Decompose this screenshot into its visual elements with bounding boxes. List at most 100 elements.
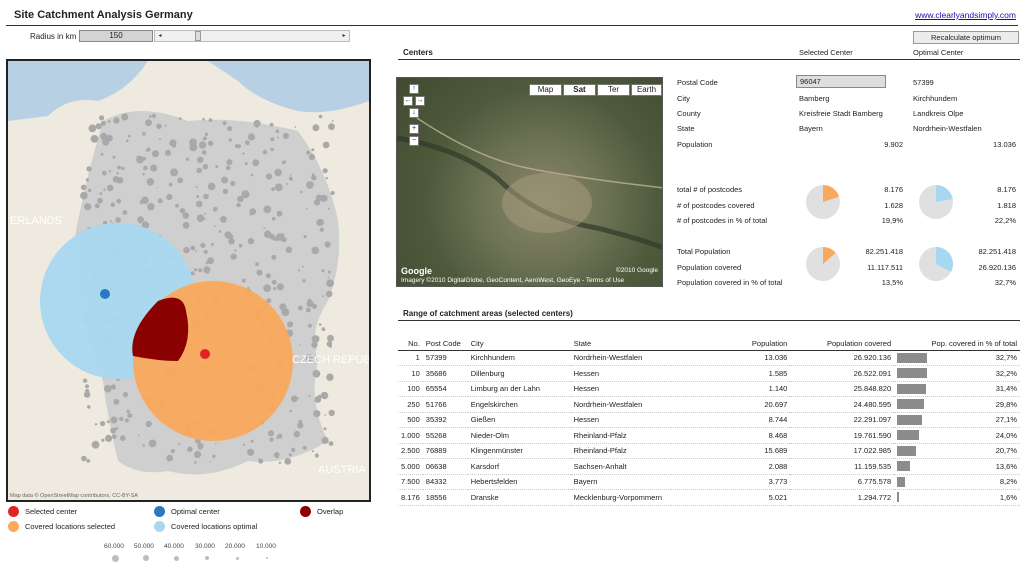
selected-population-covered: 11.117.511 [867, 263, 903, 272]
maptype-sat-button[interactable]: Sat [563, 84, 596, 96]
location-dot [113, 117, 120, 124]
row-city: Engelskirchen [467, 396, 571, 413]
location-dot [94, 203, 100, 209]
location-dot [242, 152, 245, 155]
location-dot [327, 276, 330, 279]
pan-down-icon[interactable]: ↓ [409, 108, 419, 118]
location-dot [314, 396, 322, 403]
location-dot [159, 138, 161, 141]
row-pct-covered: 32,2% [894, 365, 1020, 382]
location-dot [148, 439, 157, 448]
location-dot [91, 440, 100, 449]
col-no: No. [398, 338, 423, 351]
maptype-earth-button[interactable]: Earth [631, 84, 662, 96]
zoom-in-icon[interactable]: + [409, 124, 419, 134]
optimal-city: Kirchhundem [913, 94, 958, 103]
location-dot [139, 200, 144, 205]
maptype-ter-button[interactable]: Ter [597, 84, 630, 96]
website-link[interactable]: www.clearlyandsimply.com [915, 10, 1016, 20]
maptype-map-button[interactable]: Map [529, 84, 562, 96]
row-pct-covered: 20,7% [894, 443, 1020, 459]
location-dot [328, 409, 335, 417]
location-dot [224, 216, 227, 220]
table-row: 100 65554 Limburg an der Lahn Hessen 1.140 25… [398, 381, 1020, 397]
legend-selected-center: Selected center [8, 506, 77, 517]
location-dot [145, 119, 152, 127]
location-dot [194, 250, 197, 253]
location-dot [267, 430, 275, 437]
location-dot [113, 398, 120, 405]
total-population-label: Total Population [677, 247, 731, 256]
location-dot [120, 435, 126, 441]
location-dot [297, 305, 303, 311]
selected-postcodes-covered: 1.628 [884, 201, 903, 210]
optimal-center-marker[interactable] [100, 289, 110, 299]
row-pct-covered: 8,2% [894, 474, 1020, 490]
location-dot [293, 431, 300, 438]
map-canvas: ERLANDS CZECH REPUB AUSTRIA Map data © O… [8, 61, 369, 500]
recalculate-optimum-button[interactable]: Recalculate optimum [913, 31, 1019, 44]
optimal-postcodes-pct: 22,2% [994, 216, 1016, 225]
location-dot [170, 449, 175, 454]
location-dot [290, 395, 298, 403]
location-dot [80, 184, 87, 191]
location-dot [325, 290, 333, 298]
location-dot [175, 203, 179, 208]
location-dot [97, 197, 103, 204]
row-no: 500 [398, 412, 423, 428]
location-dot [109, 220, 112, 223]
pct-label: 32,7% [995, 353, 1017, 363]
location-dot [302, 445, 307, 450]
location-dot [269, 122, 274, 127]
location-dot [252, 159, 260, 167]
location-dot [116, 177, 124, 184]
scale-dot-20000 [236, 557, 239, 560]
location-dot [312, 124, 320, 132]
slider-thumb[interactable] [195, 31, 202, 41]
selected-state: Bayern [799, 124, 823, 133]
location-dot [305, 307, 311, 313]
location-dot [147, 203, 155, 211]
pie-postcodes-optimal [919, 185, 953, 219]
location-dot [99, 420, 106, 427]
slider-left-arrow-icon[interactable]: ◂ [155, 31, 165, 41]
pan-right-icon[interactable]: → [415, 96, 425, 106]
location-dot [145, 420, 152, 428]
location-dot [274, 183, 283, 192]
location-dot [125, 139, 129, 142]
zoom-out-icon[interactable]: − [409, 136, 419, 146]
location-dot [226, 159, 233, 166]
row-population: 1.140 [670, 381, 791, 397]
postal-code-input[interactable]: 96047 [796, 75, 886, 88]
location-dot [187, 446, 193, 452]
range-body: 1 57399 Kirchhundem Nordrhein-Westfalen 13.0… [398, 350, 1020, 506]
location-dot [94, 423, 98, 426]
location-dot [230, 180, 236, 187]
population-pct-label: Population covered in % of total [677, 278, 783, 287]
catchment-map[interactable]: ERLANDS CZECH REPUB AUSTRIA Map data © O… [6, 59, 371, 502]
location-dot [270, 137, 275, 142]
selected-population: 9.902 [884, 140, 903, 149]
location-dot [311, 335, 320, 343]
location-dot [271, 187, 275, 191]
location-dot [327, 334, 334, 342]
location-dot [177, 443, 181, 446]
col-postcode: Post Code [422, 338, 468, 351]
pct-label: 31,4% [995, 384, 1017, 394]
location-dot [142, 131, 146, 136]
location-dot [202, 118, 205, 121]
location-dot [254, 123, 259, 128]
slider-right-arrow-icon[interactable]: ▸ [339, 31, 349, 41]
location-dot [196, 195, 200, 198]
location-dot [189, 138, 198, 147]
row-state: Hessen [570, 412, 671, 428]
radius-input[interactable]: 150 [79, 30, 153, 42]
satellite-map[interactable]: Map Sat Ter Earth ↑ ← → ↓ + − Imagery ©2… [396, 77, 663, 287]
scale-label-60000: 60.000 [104, 543, 124, 550]
pan-up-icon[interactable]: ↑ [409, 84, 419, 94]
pan-left-icon[interactable]: ← [403, 96, 413, 106]
radius-slider[interactable]: ◂ ▸ [154, 30, 350, 42]
location-dot [194, 461, 197, 464]
selected-center-marker[interactable] [200, 349, 210, 359]
location-dot [269, 437, 274, 442]
